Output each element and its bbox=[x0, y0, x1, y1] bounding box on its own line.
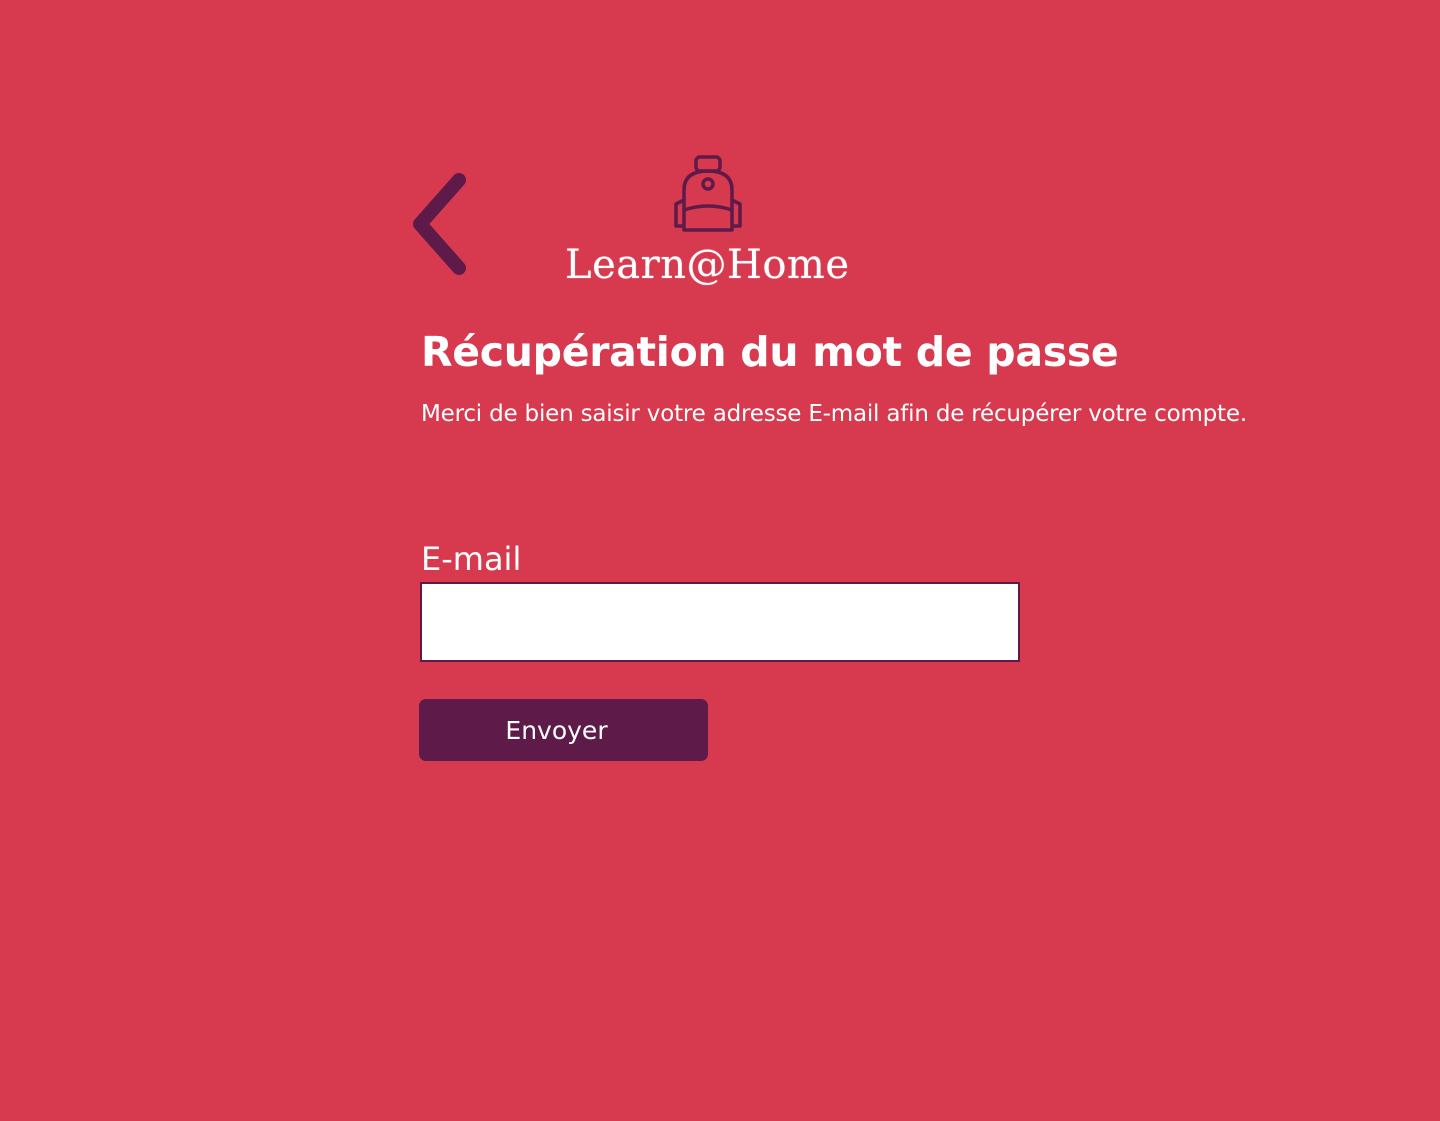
back-button[interactable] bbox=[404, 166, 476, 282]
backpack-icon bbox=[670, 154, 746, 234]
submit-button[interactable]: Envoyer bbox=[419, 699, 708, 761]
page-subtitle: Merci de bien saisir votre adresse E-mai… bbox=[421, 401, 1247, 427]
brand-name: Learn@Home bbox=[565, 242, 850, 288]
submit-button-label: Envoyer bbox=[505, 715, 608, 745]
chevron-left-icon bbox=[413, 173, 466, 275]
page-title: Récupération du mot de passe bbox=[421, 328, 1119, 376]
email-input[interactable] bbox=[420, 582, 1020, 662]
email-label: E-mail bbox=[421, 540, 522, 578]
